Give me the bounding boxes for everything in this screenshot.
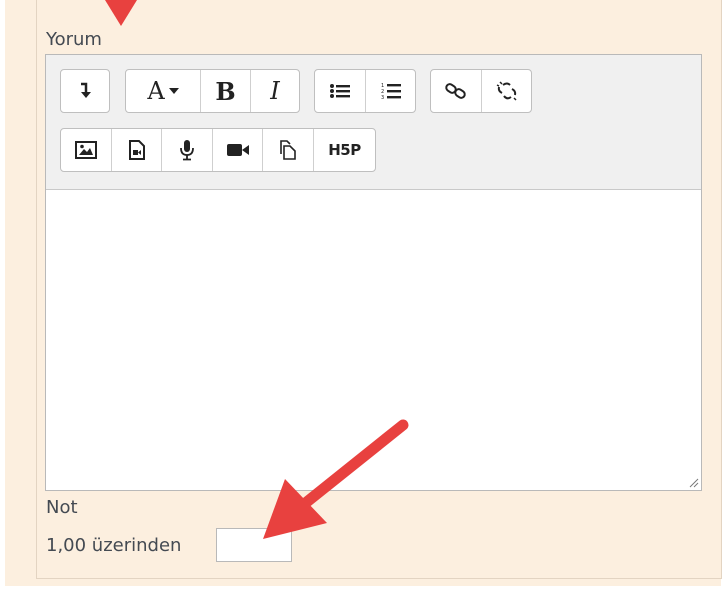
h5p-icon: H5P — [328, 141, 361, 159]
editor-toolbar: A B I 1 2 3 H5P — [46, 55, 701, 190]
record-video-button[interactable] — [213, 129, 263, 171]
grade-out-of-text: 1,00 üzerinden — [46, 535, 182, 556]
toolbar-group-format: A B I — [125, 69, 300, 113]
image-icon — [75, 141, 97, 159]
collapse-toolbar-button[interactable] — [61, 70, 109, 112]
comment-text-area[interactable] — [46, 190, 701, 490]
bold-button[interactable]: B — [201, 70, 251, 112]
italic-button[interactable]: I — [251, 70, 299, 112]
unordered-list-button[interactable] — [315, 70, 366, 112]
italic-icon: I — [270, 77, 280, 105]
ordered-list-button[interactable]: 1 2 3 — [366, 70, 415, 112]
toolbar-group-links — [430, 69, 532, 113]
arrow-down-icon — [81, 82, 91, 98]
font-style-button[interactable]: A — [126, 70, 201, 112]
video-camera-icon — [226, 144, 249, 156]
microphone-icon — [180, 140, 194, 161]
file-video-icon — [128, 140, 145, 160]
copy-files-icon — [280, 140, 296, 160]
grade-input[interactable] — [216, 528, 292, 562]
font-icon: A — [147, 77, 165, 105]
toolbar-group-collapse — [60, 69, 110, 113]
unlink-icon — [496, 81, 517, 101]
manage-files-button[interactable] — [263, 129, 314, 171]
caret-down-icon — [168, 88, 179, 94]
record-audio-button[interactable] — [162, 129, 213, 171]
comment-label: Yorum — [46, 29, 102, 50]
resize-handle-icon[interactable] — [687, 476, 699, 488]
link-button[interactable] — [431, 70, 482, 112]
svg-text:3: 3 — [381, 95, 384, 100]
toolbar-group-media: H5P — [60, 128, 376, 172]
insert-image-button[interactable] — [61, 129, 112, 171]
unlink-button[interactable] — [482, 70, 531, 112]
grade-label: Not — [46, 497, 78, 518]
list-ul-icon — [330, 84, 350, 98]
insert-media-button[interactable] — [112, 129, 162, 171]
h5p-button[interactable]: H5P — [314, 129, 375, 171]
toolbar-group-lists: 1 2 3 — [314, 69, 416, 113]
list-ol-icon: 1 2 3 — [381, 83, 401, 100]
bold-icon: B — [215, 76, 236, 106]
comment-editor: A B I 1 2 3 H5P — [45, 54, 702, 491]
link-icon — [445, 83, 466, 99]
